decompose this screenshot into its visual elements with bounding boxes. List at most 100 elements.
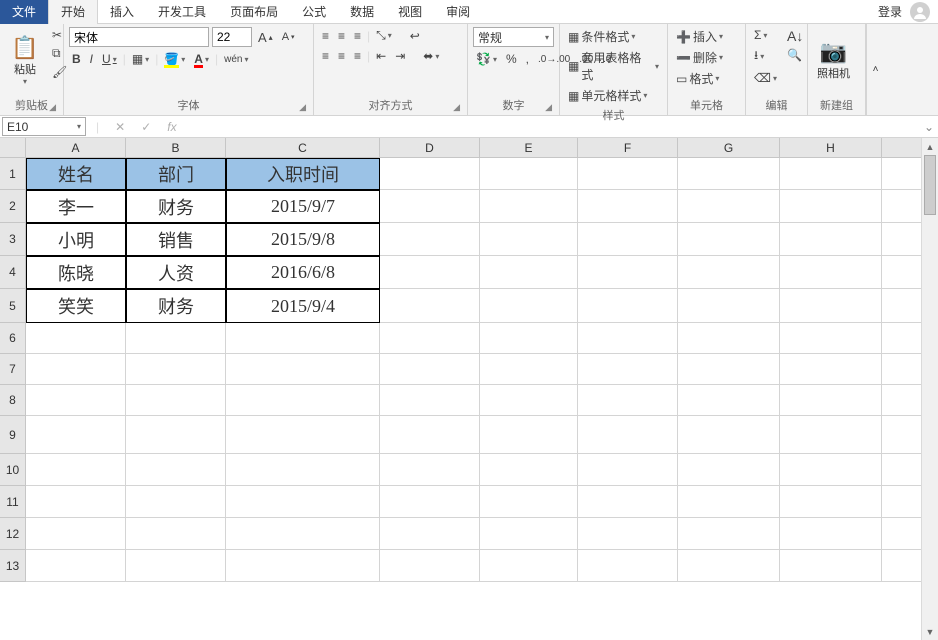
cell-E7[interactable] xyxy=(480,354,578,385)
cell-A1[interactable]: 姓名 xyxy=(26,158,126,190)
underline-button[interactable]: U▾ xyxy=(99,51,120,67)
cell-C9[interactable] xyxy=(226,416,380,454)
cell-C1[interactable]: 入职时间 xyxy=(226,158,380,190)
cell-X10[interactable] xyxy=(882,454,924,486)
cell-G7[interactable] xyxy=(678,354,780,385)
scroll-thumb[interactable] xyxy=(924,155,936,215)
cell-A3[interactable]: 小明 xyxy=(26,223,126,256)
cell-E3[interactable] xyxy=(480,223,578,256)
row-header-10[interactable]: 10 xyxy=(0,454,26,486)
cell-F12[interactable] xyxy=(578,518,678,550)
fill-button[interactable]: ⭳▾ xyxy=(751,45,780,68)
cell-X6[interactable] xyxy=(882,323,924,354)
cell-B11[interactable] xyxy=(126,486,226,518)
cell-B13[interactable] xyxy=(126,550,226,582)
font-color-button[interactable]: A▾ xyxy=(191,51,212,67)
tab-4[interactable]: 公式 xyxy=(290,0,338,24)
column-header-D[interactable]: D xyxy=(380,138,480,157)
vertical-scrollbar[interactable]: ▲ ▼ xyxy=(921,138,938,640)
column-header-H[interactable]: H xyxy=(780,138,882,157)
font-size-input[interactable] xyxy=(212,27,252,47)
cell-E1[interactable] xyxy=(480,158,578,190)
cell-E8[interactable] xyxy=(480,385,578,416)
column-header-E[interactable]: E xyxy=(480,138,578,157)
row-header-8[interactable]: 8 xyxy=(0,385,26,416)
cell-H7[interactable] xyxy=(780,354,882,385)
cell-D13[interactable] xyxy=(380,550,480,582)
align-bottom-button[interactable]: ≡ xyxy=(351,28,364,44)
cell-H8[interactable] xyxy=(780,385,882,416)
cell-F13[interactable] xyxy=(578,550,678,582)
cell-G12[interactable] xyxy=(678,518,780,550)
cell-C7[interactable] xyxy=(226,354,380,385)
cell-styles-button[interactable]: ▦单元格样式▾ xyxy=(565,86,662,105)
increase-indent-button[interactable]: ⇥ xyxy=(392,48,408,64)
row-header-6[interactable]: 6 xyxy=(0,323,26,354)
cell-D11[interactable] xyxy=(380,486,480,518)
tab-0[interactable]: 开始 xyxy=(48,0,98,24)
cell-X4[interactable] xyxy=(882,256,924,289)
cell-B4[interactable]: 人资 xyxy=(126,256,226,289)
cell-C6[interactable] xyxy=(226,323,380,354)
dialog-launcher-icon[interactable]: ◢ xyxy=(49,102,56,113)
row-header-2[interactable]: 2 xyxy=(0,190,26,223)
name-box[interactable]: E10▾ xyxy=(2,117,86,136)
cell-D3[interactable] xyxy=(380,223,480,256)
cell-A4[interactable]: 陈晓 xyxy=(26,256,126,289)
cell-A9[interactable] xyxy=(26,416,126,454)
cell-C12[interactable] xyxy=(226,518,380,550)
cell-E5[interactable] xyxy=(480,289,578,323)
column-header-C[interactable]: C xyxy=(226,138,380,157)
cell-E13[interactable] xyxy=(480,550,578,582)
cell-A6[interactable] xyxy=(26,323,126,354)
bold-button[interactable]: B xyxy=(69,51,84,67)
paste-button[interactable]: 📋 粘贴 ▾ xyxy=(5,27,45,95)
decrease-font-button[interactable]: A▾ xyxy=(279,30,298,44)
select-all-corner[interactable] xyxy=(0,138,26,157)
cell-E10[interactable] xyxy=(480,454,578,486)
number-format-combo[interactable]: 常规▾ xyxy=(473,27,554,47)
increase-font-button[interactable]: A▴ xyxy=(255,29,276,46)
cell-H12[interactable] xyxy=(780,518,882,550)
cell-E9[interactable] xyxy=(480,416,578,454)
tab-5[interactable]: 数据 xyxy=(338,0,386,24)
cell-D6[interactable] xyxy=(380,323,480,354)
cell-A5[interactable]: 笑笑 xyxy=(26,289,126,323)
row-header-7[interactable]: 7 xyxy=(0,354,26,385)
clear-button[interactable]: ⌫▾ xyxy=(751,70,780,86)
cell-H9[interactable] xyxy=(780,416,882,454)
cell-F11[interactable] xyxy=(578,486,678,518)
cell-X7[interactable] xyxy=(882,354,924,385)
cell-B6[interactable] xyxy=(126,323,226,354)
sort-filter-button[interactable]: A↓ xyxy=(784,27,806,45)
format-as-table-button[interactable]: ▦套用表格格式▾ xyxy=(565,48,662,84)
percent-button[interactable]: % xyxy=(503,51,520,67)
cell-G8[interactable] xyxy=(678,385,780,416)
cell-X1[interactable] xyxy=(882,158,924,190)
cell-C10[interactable] xyxy=(226,454,380,486)
merge-center-button[interactable]: ⬌▾ xyxy=(420,48,442,64)
cell-C5[interactable]: 2015/9/4 xyxy=(226,289,380,323)
cell-H6[interactable] xyxy=(780,323,882,354)
cell-C2[interactable]: 2015/9/7 xyxy=(226,190,380,223)
cell-E6[interactable] xyxy=(480,323,578,354)
cell-G4[interactable] xyxy=(678,256,780,289)
cell-G10[interactable] xyxy=(678,454,780,486)
cell-D7[interactable] xyxy=(380,354,480,385)
accept-formula-button[interactable]: ✓ xyxy=(133,120,159,134)
cell-H3[interactable] xyxy=(780,223,882,256)
cell-X11[interactable] xyxy=(882,486,924,518)
cell-D4[interactable] xyxy=(380,256,480,289)
cell-B7[interactable] xyxy=(126,354,226,385)
row-header-11[interactable]: 11 xyxy=(0,486,26,518)
cell-A12[interactable] xyxy=(26,518,126,550)
cell-H1[interactable] xyxy=(780,158,882,190)
cell-E2[interactable] xyxy=(480,190,578,223)
cell-X3[interactable] xyxy=(882,223,924,256)
row-header-9[interactable]: 9 xyxy=(0,416,26,454)
cell-X8[interactable] xyxy=(882,385,924,416)
cell-C8[interactable] xyxy=(226,385,380,416)
cancel-formula-button[interactable]: ✕ xyxy=(107,120,133,134)
cell-H11[interactable] xyxy=(780,486,882,518)
cell-A2[interactable]: 李一 xyxy=(26,190,126,223)
